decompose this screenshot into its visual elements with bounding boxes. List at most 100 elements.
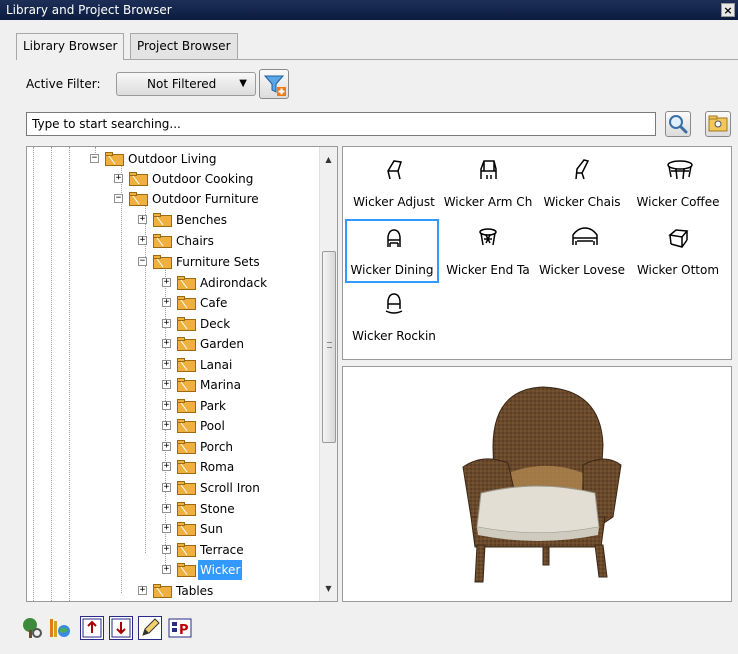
- expand-icon[interactable]: +: [162, 339, 171, 348]
- bottom-toolbar: P: [0, 606, 738, 654]
- tree-guide: [145, 203, 146, 553]
- folder-icon: [129, 172, 148, 186]
- item-label: Wicker Coffee: [636, 195, 720, 209]
- folder-icon: [153, 234, 172, 248]
- tree-item-label: Porch: [200, 440, 234, 454]
- tree-item-label: Outdoor Cooking: [152, 172, 254, 186]
- tree-item-label: Outdoor Furniture: [152, 192, 259, 206]
- close-window-button[interactable]: ×: [721, 3, 735, 17]
- tree-search-icon: [23, 618, 42, 638]
- active-filter-dropdown[interactable]: Not Filtered ▼: [116, 72, 256, 96]
- wicker-chair-preview-image: [462, 386, 622, 583]
- folder-search-icon: [708, 115, 728, 132]
- expand-icon[interactable]: +: [162, 278, 171, 287]
- move-up-button[interactable]: [80, 616, 104, 640]
- expand-icon[interactable]: +: [162, 298, 171, 307]
- move-down-button[interactable]: [109, 616, 133, 640]
- folder-icon: [177, 563, 196, 577]
- folder-icon: [177, 522, 196, 536]
- folder-icon: [105, 152, 124, 166]
- library-item-wicker-adjust[interactable]: Wicker Adjust: [347, 151, 441, 215]
- window-title: Library and Project Browser: [6, 3, 172, 17]
- tree-item-label: Park: [200, 399, 226, 413]
- item-label: Wicker Lovese: [538, 263, 626, 277]
- folder-icon: [177, 502, 196, 516]
- expand-icon[interactable]: +: [162, 462, 171, 471]
- expand-icon[interactable]: +: [162, 401, 171, 410]
- library-item-wicker-rocking[interactable]: Wicker Rockin: [347, 285, 441, 349]
- edit-item-button[interactable]: [138, 616, 162, 640]
- expand-icon[interactable]: +: [162, 483, 171, 492]
- arm-chair-icon: [480, 160, 497, 179]
- library-item-wicker-arm-chair[interactable]: Wicker Arm Ch: [441, 151, 535, 215]
- browse-folder-button[interactable]: [705, 111, 731, 137]
- library-item-wicker-ottoman[interactable]: Wicker Ottom: [631, 219, 725, 283]
- library-item-wicker-dining[interactable]: Wicker Dining: [345, 219, 439, 283]
- dining-chair-icon: [387, 229, 401, 247]
- folder-icon: [177, 317, 196, 331]
- expand-icon[interactable]: +: [162, 504, 171, 513]
- tab-project-browser[interactable]: Project Browser: [130, 33, 238, 59]
- item-label: Wicker Rockin: [352, 329, 436, 343]
- expand-icon[interactable]: +: [114, 174, 123, 183]
- library-items-grid: Wicker Adjust Wicker Arm Ch Wicker Chais…: [342, 146, 732, 360]
- ottoman-icon: [668, 229, 689, 248]
- library-item-wicker-end-table[interactable]: Wicker End Ta: [441, 219, 535, 283]
- search-button[interactable]: [665, 111, 691, 137]
- tree-item-label: Pool: [200, 419, 225, 433]
- tab-library-browser[interactable]: Library Browser: [16, 33, 125, 60]
- tree-item-label: Garden: [200, 337, 244, 351]
- expand-icon[interactable]: +: [162, 524, 171, 533]
- folder-icon: [177, 276, 196, 290]
- library-item-wicker-chaise[interactable]: Wicker Chais: [535, 151, 629, 215]
- library-globe-icon: [50, 619, 70, 637]
- expand-icon[interactable]: +: [162, 360, 171, 369]
- folder-icon: [177, 481, 196, 495]
- scroll-thumb[interactable]: [322, 251, 336, 443]
- library-tree[interactable]: − Outdoor Living + Outdoor Cooking − Out…: [26, 146, 338, 602]
- search-input[interactable]: [26, 112, 656, 136]
- active-filter-label: Active Filter:: [26, 77, 101, 91]
- expand-icon[interactable]: +: [138, 236, 147, 245]
- tree-item-label: Stone: [200, 502, 235, 516]
- tree-scrollbar[interactable]: ▲ ▼: [319, 147, 337, 601]
- item-label: Wicker Ottom: [636, 263, 720, 277]
- expand-icon[interactable]: +: [162, 421, 171, 430]
- expand-icon[interactable]: +: [138, 586, 147, 595]
- adjustable-chair-icon: [387, 160, 402, 180]
- library-item-wicker-coffee[interactable]: Wicker Coffee: [631, 151, 725, 215]
- arrow-down-icon: [111, 618, 131, 638]
- folder-icon: [177, 419, 196, 433]
- folder-icon: [177, 460, 196, 474]
- expand-icon[interactable]: +: [162, 545, 171, 554]
- expand-icon[interactable]: +: [162, 442, 171, 451]
- expand-icon[interactable]: +: [138, 215, 147, 224]
- library-item-wicker-loveseat[interactable]: Wicker Lovese: [535, 219, 629, 283]
- add-filter-button[interactable]: [259, 69, 289, 99]
- folder-icon: [153, 584, 172, 598]
- expand-icon[interactable]: +: [162, 319, 171, 328]
- collapse-icon[interactable]: −: [114, 194, 123, 203]
- scroll-up-icon[interactable]: ▲: [320, 151, 337, 168]
- tree-view-button[interactable]: [20, 616, 44, 640]
- folder-icon: [153, 213, 172, 227]
- library-globe-button[interactable]: [48, 616, 72, 640]
- window-titlebar: Library and Project Browser ×: [0, 0, 738, 20]
- tree-guide: [69, 147, 70, 601]
- tree-item-label: Lanai: [200, 358, 233, 372]
- tree-item-label: Adirondack: [200, 276, 268, 290]
- properties-button[interactable]: P: [168, 616, 192, 640]
- tree-guide: [51, 147, 52, 601]
- collapse-icon[interactable]: −: [138, 257, 147, 266]
- folder-icon: [177, 440, 196, 454]
- tree-item-label: Chairs: [176, 234, 214, 248]
- tree-item-label: Wicker: [198, 560, 243, 580]
- tree-item-label: Deck: [200, 317, 231, 331]
- expand-icon[interactable]: +: [162, 565, 171, 574]
- folder-icon: [177, 358, 196, 372]
- expand-icon[interactable]: +: [162, 380, 171, 389]
- funnel-add-icon: [263, 75, 286, 96]
- collapse-icon[interactable]: −: [90, 154, 99, 163]
- folder-icon: [153, 255, 172, 269]
- scroll-down-icon[interactable]: ▼: [320, 580, 337, 597]
